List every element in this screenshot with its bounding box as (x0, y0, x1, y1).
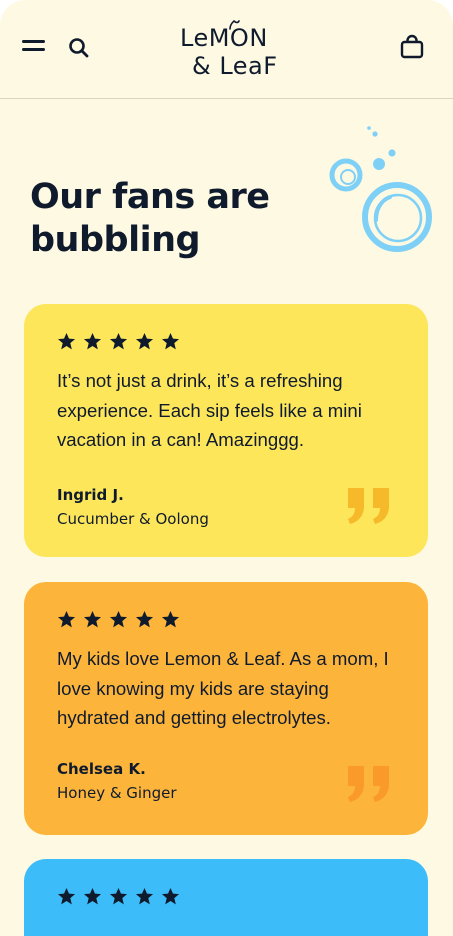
reviewer-name: Chelsea K. (57, 760, 146, 778)
logo-line-1: LeMON (180, 24, 268, 52)
search-icon[interactable] (67, 36, 91, 60)
star-icon (109, 610, 128, 628)
review-quote: It’s not just a drink, it’s a refreshing… (57, 370, 362, 450)
review-quote: My kids love Lemon & Leaf. As a mom, I l… (57, 648, 389, 728)
bag-icon[interactable] (399, 34, 425, 60)
star-icon (161, 332, 180, 350)
reviewer-flavor: Honey & Ginger (57, 784, 177, 802)
star-rating (57, 887, 396, 907)
star-icon (135, 332, 154, 350)
star-icon (83, 610, 102, 628)
star-icon (135, 887, 154, 905)
star-icon (135, 610, 154, 628)
star-rating (57, 332, 396, 352)
bubbles-illustration (329, 126, 432, 252)
reviewer-name: Ingrid J. (57, 486, 124, 504)
site-header: LeMON & LeaF (0, 0, 453, 99)
star-rating (57, 610, 396, 630)
review-card: My kids love Lemon & Leaf. As a mom, I l… (24, 582, 428, 835)
star-icon (109, 332, 128, 350)
star-icon (161, 610, 180, 628)
quote-icon (348, 766, 389, 802)
star-icon (57, 887, 76, 905)
star-icon (83, 332, 102, 350)
menu-button[interactable] (22, 37, 46, 55)
reviewer-flavor: Cucumber & Oolong (57, 510, 209, 528)
logo-line-2: & LeaF (192, 52, 278, 80)
star-icon (109, 887, 128, 905)
review-card (24, 859, 428, 936)
star-icon (83, 887, 102, 905)
menu-icon-bar (22, 40, 45, 43)
star-icon (57, 610, 76, 628)
brand-logo[interactable]: LeMON & LeaF (172, 20, 282, 84)
star-icon (161, 887, 180, 905)
menu-icon-bar (22, 48, 45, 51)
page: LeMON & LeaF Our fans are bubbling It’s … (0, 0, 453, 936)
quote-icon (348, 488, 389, 524)
review-card: It’s not just a drink, it’s a refreshing… (24, 304, 428, 557)
star-icon (57, 332, 76, 350)
section-title: Our fans are bubbling (30, 177, 270, 260)
